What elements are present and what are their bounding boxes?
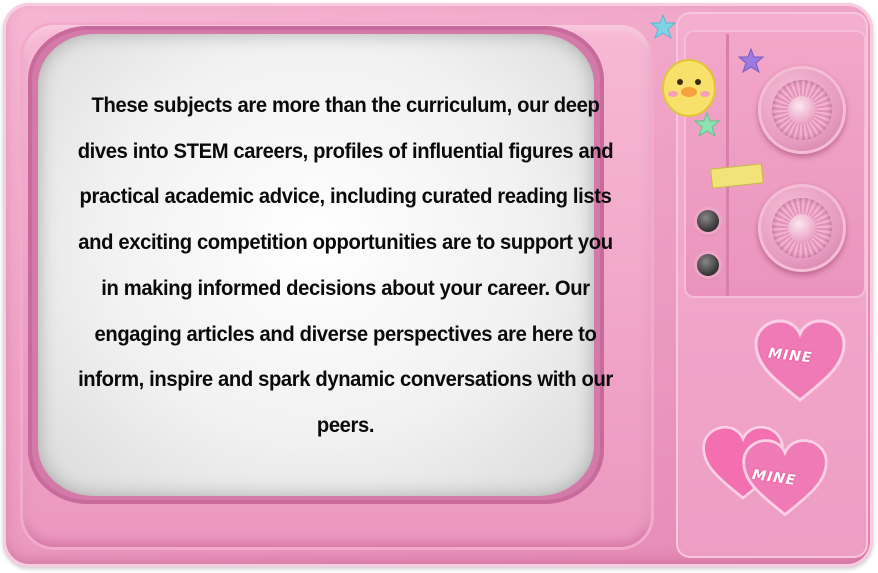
screen-text: These subjects are more than the curricu… (77, 93, 614, 437)
duck-face-sticker-icon (662, 59, 716, 117)
panel-divider (726, 34, 729, 296)
star-icon (650, 14, 676, 40)
channel-knob-icon[interactable] (758, 66, 846, 154)
small-knob-bottom-icon[interactable] (697, 254, 719, 276)
small-knob-top-icon[interactable] (697, 210, 719, 232)
star-icon (738, 48, 764, 74)
volume-knob-icon[interactable] (758, 184, 846, 272)
